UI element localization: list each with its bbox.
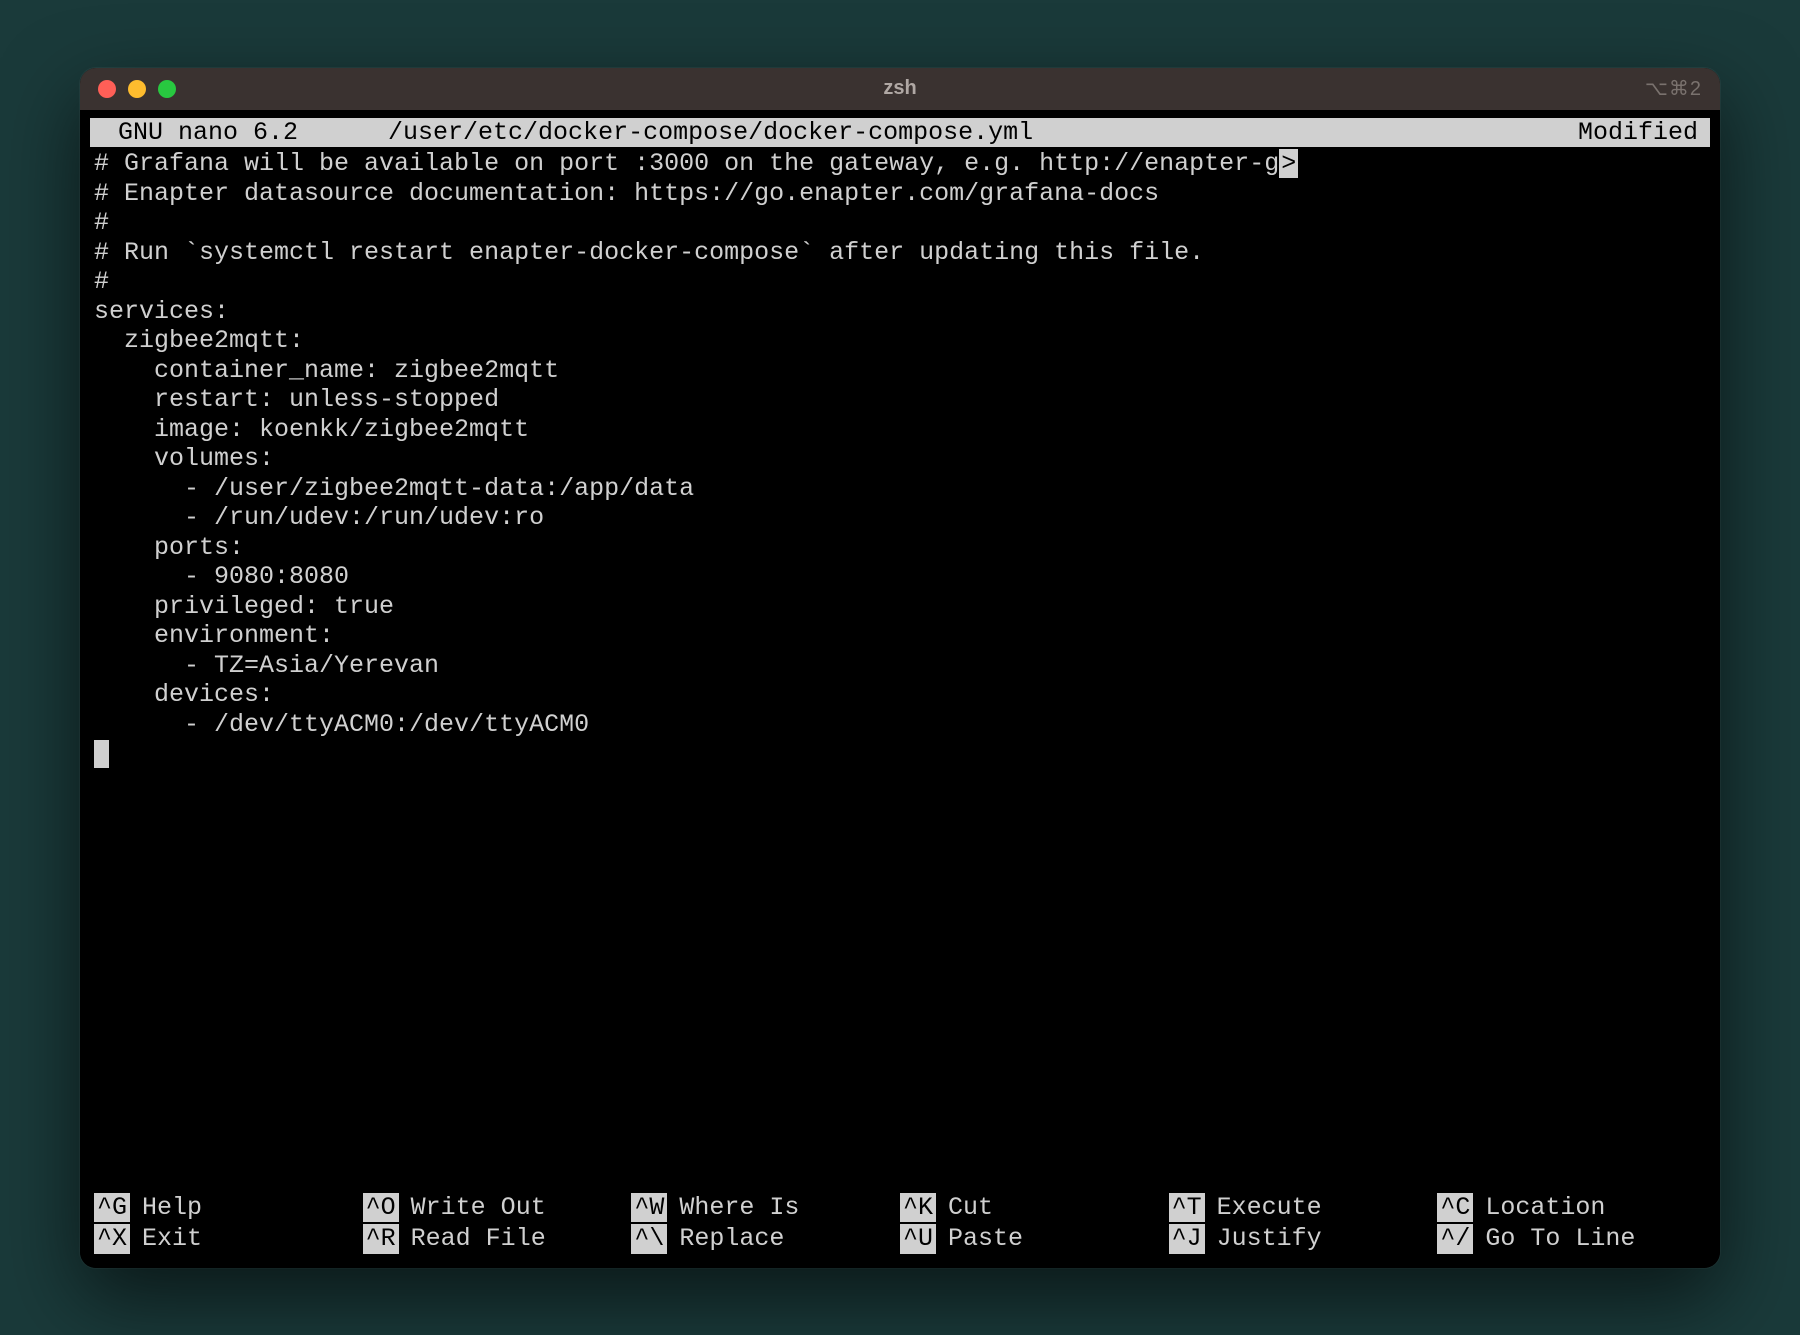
editor-line: # xyxy=(94,208,1710,238)
nano-header-bar: GNU nano 6.2 /user/etc/docker-compose/do… xyxy=(90,118,1710,148)
shortcut-key: ^C xyxy=(1437,1193,1473,1223)
text-cursor xyxy=(94,740,109,768)
window-titlebar: zsh ⌥⌘2 xyxy=(80,68,1720,110)
shortcut-label: Paste xyxy=(948,1224,1023,1254)
editor-line: ports: xyxy=(94,533,1710,563)
shortcut-label: Replace xyxy=(679,1224,784,1254)
editor-line: - TZ=Asia/Yerevan xyxy=(94,651,1710,681)
editor-line: # Run `systemctl restart enapter-docker-… xyxy=(94,238,1710,268)
shortcut-key: ^W xyxy=(631,1193,667,1223)
shortcut-label: Where Is xyxy=(679,1193,799,1223)
terminal-content[interactable]: GNU nano 6.2 /user/etc/docker-compose/do… xyxy=(80,110,1720,1268)
traffic-lights xyxy=(98,80,176,98)
shortcut-key: ^U xyxy=(900,1224,936,1254)
shortcut-key: ^/ xyxy=(1437,1224,1473,1254)
shortcut-key: ^T xyxy=(1169,1193,1205,1223)
nano-filepath: /user/etc/docker-compose/docker-compose.… xyxy=(298,118,1578,148)
shortcut-label: Cut xyxy=(948,1193,993,1223)
shortcut-key: ^G xyxy=(94,1193,130,1223)
editor-line: image: koenkk/zigbee2mqtt xyxy=(94,415,1710,445)
shortcut-label: Justify xyxy=(1217,1224,1322,1254)
shortcut-key: ^X xyxy=(94,1224,130,1254)
shortcut-label: Write Out xyxy=(411,1193,546,1223)
shortcut-key: ^K xyxy=(900,1193,936,1223)
shortcut-item: ^R Read File xyxy=(363,1224,632,1254)
nano-version: GNU nano 6.2 xyxy=(94,118,298,148)
shortcut-item: ^K Cut xyxy=(900,1193,1169,1223)
shortcut-item: ^U Paste xyxy=(900,1224,1169,1254)
editor-line: devices: xyxy=(94,680,1710,710)
shortcut-item: ^O Write Out xyxy=(363,1193,632,1223)
shortcut-label: Go To Line xyxy=(1485,1224,1635,1254)
shortcut-label: Help xyxy=(142,1193,202,1223)
shortcut-item: ^J Justify xyxy=(1169,1224,1438,1254)
shortcut-item: ^T Execute xyxy=(1169,1193,1438,1223)
shortcut-key: ^J xyxy=(1169,1224,1205,1254)
editor-line: - 9080:8080 xyxy=(94,562,1710,592)
shortcut-key: ^O xyxy=(363,1193,399,1223)
editor-line: # xyxy=(94,267,1710,297)
nano-shortcut-bar: ^G Help ^O Write Out ^W Where Is ^K Cut ^T Execut… xyxy=(90,1193,1710,1260)
editor-line: zigbee2mqtt: xyxy=(94,326,1710,356)
editor-line: container_name: zigbee2mqtt xyxy=(94,356,1710,386)
shortcut-item: ^C Location xyxy=(1437,1193,1706,1223)
close-button[interactable] xyxy=(98,80,116,98)
editor-line: - /run/udev:/run/udev:ro xyxy=(94,503,1710,533)
nano-status: Modified xyxy=(1578,118,1706,148)
shortcut-label: Location xyxy=(1485,1193,1605,1223)
editor-line: - /user/zigbee2mqtt-data:/app/data xyxy=(94,474,1710,504)
shortcut-label: Read File xyxy=(411,1224,546,1254)
editor-line: privileged: true xyxy=(94,592,1710,622)
shortcut-label: Execute xyxy=(1217,1193,1322,1223)
shortcut-item: ^W Where Is xyxy=(631,1193,900,1223)
shortcut-label: Exit xyxy=(142,1224,202,1254)
editor-content[interactable]: # Grafana will be available on port :300… xyxy=(90,147,1710,1193)
editor-line: environment: xyxy=(94,621,1710,651)
window-title: zsh xyxy=(883,77,916,100)
editor-line: - /dev/ttyACM0:/dev/ttyACM0 xyxy=(94,710,1710,740)
editor-line: # Enapter datasource documentation: http… xyxy=(94,179,1710,209)
maximize-button[interactable] xyxy=(158,80,176,98)
minimize-button[interactable] xyxy=(128,80,146,98)
tab-indicator: ⌥⌘2 xyxy=(1645,76,1702,101)
editor-line: # Grafana will be available on port :300… xyxy=(94,149,1710,179)
editor-line: services: xyxy=(94,297,1710,327)
shortcut-key: ^\ xyxy=(631,1224,667,1254)
line-truncate-marker: > xyxy=(1279,149,1298,178)
terminal-window: zsh ⌥⌘2 GNU nano 6.2 /user/etc/docker-co… xyxy=(80,68,1720,1268)
shortcut-item: ^/ Go To Line xyxy=(1437,1224,1706,1254)
editor-line: restart: unless-stopped xyxy=(94,385,1710,415)
editor-line: volumes: xyxy=(94,444,1710,474)
shortcut-key: ^R xyxy=(363,1224,399,1254)
shortcut-item: ^\ Replace xyxy=(631,1224,900,1254)
cursor-line xyxy=(94,739,1710,769)
shortcut-item: ^X Exit xyxy=(94,1224,363,1254)
shortcut-item: ^G Help xyxy=(94,1193,363,1223)
